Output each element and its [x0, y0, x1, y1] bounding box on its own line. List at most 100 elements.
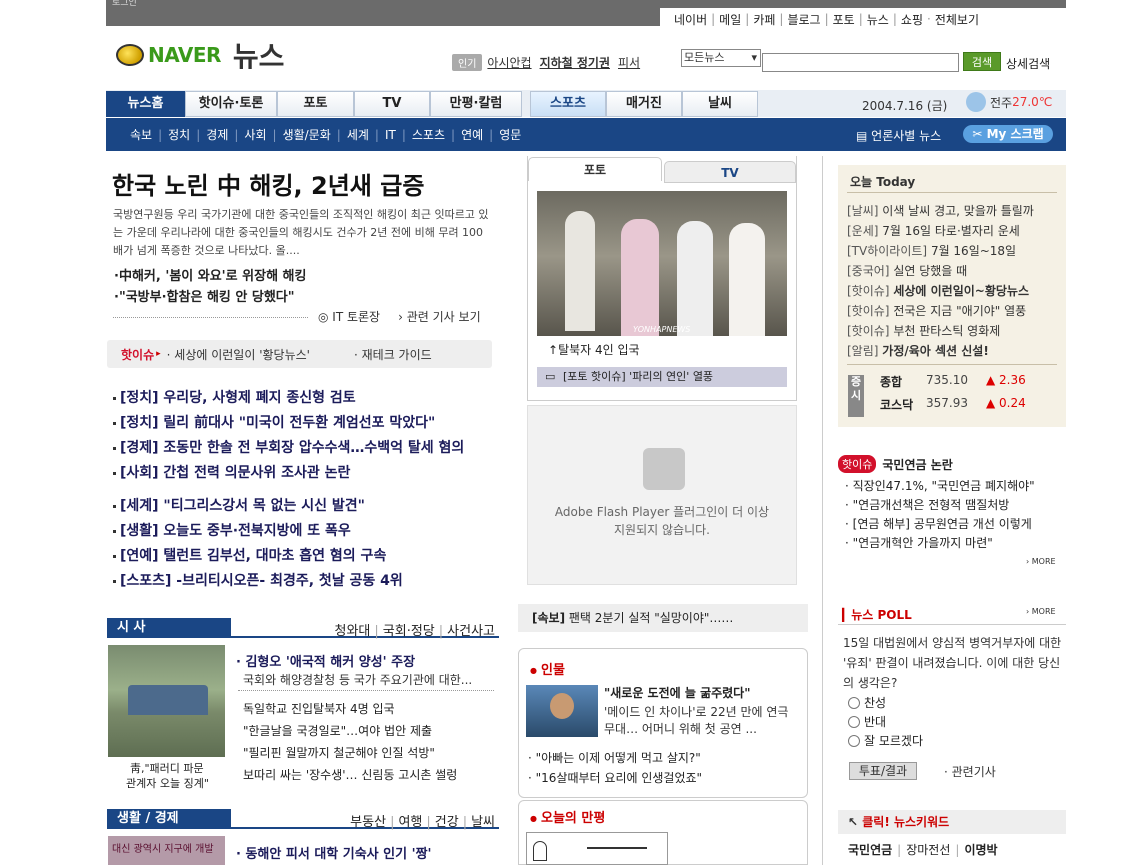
- keyword-item[interactable]: 이명박: [964, 843, 997, 857]
- life-tab[interactable]: 여행: [398, 815, 422, 830]
- sisa-photo-caption[interactable]: 靑,"패러디 파문: [130, 760, 204, 776]
- sisa-photo[interactable]: [108, 645, 225, 757]
- sisa-item[interactable]: 독일학교 진입탈북자 4명 입국: [243, 700, 395, 717]
- people-item[interactable]: · "아빠는 이제 어떻게 먹고 살지?": [528, 749, 701, 766]
- search-button[interactable]: 검색: [963, 52, 1001, 71]
- poll-option[interactable]: 찬성: [848, 694, 886, 711]
- nav-tab-photo[interactable]: 포토: [277, 91, 354, 117]
- it-forum-link[interactable]: ◎ IT 토론장: [318, 308, 380, 325]
- pension-tag[interactable]: 핫이슈: [838, 455, 877, 473]
- sisa-photo-caption[interactable]: 관계자 오늘 징계": [126, 775, 209, 791]
- hot-issue-label[interactable]: 핫이슈: [121, 346, 154, 363]
- sisa-tab[interactable]: 국회·정당: [383, 624, 435, 639]
- today-item[interactable]: [TV하이라이트] 7월 16일~18일: [847, 242, 1016, 259]
- sisa-item[interactable]: "한글날을 국경일로"…여야 법안 제출: [243, 722, 432, 739]
- news-item[interactable]: [정치] 릴리 前대사 "미국이 전두환 계엄선포 막았다": [113, 412, 435, 432]
- naver-news-logo[interactable]: NAVER 뉴스: [116, 40, 284, 73]
- section-english[interactable]: 영문: [499, 126, 521, 143]
- poll-related-link[interactable]: · 관련기사: [944, 763, 996, 780]
- pension-item[interactable]: · "연금개선책은 전형적 땜질처방: [845, 496, 1009, 513]
- section-life[interactable]: 생활/문화: [283, 126, 331, 143]
- popular-keyword[interactable]: 피서: [618, 54, 640, 71]
- headline-summary[interactable]: 국방연구원등 우리 국가기관에 대한 중국인들의 조직적인 해킹이 최근 잇따르…: [113, 206, 491, 260]
- sisa-lead-title[interactable]: · 김형오 '애국적 해커 양성' 주장: [236, 651, 415, 670]
- headline-related[interactable]: ·"국방부·합참은 해킹 안 당했다": [114, 286, 295, 305]
- headline-title[interactable]: 한국 노린 中 해킹, 2년새 급증: [112, 166, 424, 201]
- popular-keyword[interactable]: 지하철 정기권: [540, 54, 610, 71]
- poll-option[interactable]: 잘 모르겠다: [848, 732, 923, 749]
- life-tab[interactable]: 부동산: [350, 815, 386, 830]
- life-tab[interactable]: 날씨: [471, 815, 495, 830]
- featured-photo[interactable]: YONHAPNEWS: [537, 191, 787, 336]
- keyword-title[interactable]: ↖ 클릭! 뉴스키워드: [848, 813, 949, 830]
- cartoon-image[interactable]: [526, 832, 668, 865]
- today-item[interactable]: [알림] 가정/육아 섹션 신설!: [847, 342, 989, 359]
- tab-photo[interactable]: 포토: [528, 157, 662, 181]
- pension-item[interactable]: · "연금개혁안 가을까지 마련": [845, 534, 993, 551]
- news-item[interactable]: [연예] 탤런트 김부선, 대마초 흡연 혐의 구속: [113, 545, 386, 565]
- sisa-item[interactable]: "필리핀 월말까지 철군해야 인질 석방": [243, 744, 435, 761]
- today-item[interactable]: [운세] 7월 16일 타로·별자리 운세: [847, 222, 1020, 239]
- search-input[interactable]: [762, 53, 959, 72]
- today-item[interactable]: [날씨] 이색 날씨 경고, 맞을까 틀릴까: [847, 202, 1034, 219]
- headline-related[interactable]: ·中해커, '봄이 와요'로 위장해 해킹: [114, 265, 306, 284]
- top-menu-mail[interactable]: 메일: [719, 11, 741, 28]
- news-item[interactable]: [스포츠] -브리티시오픈- 최경주, 첫날 공동 4위: [113, 570, 403, 590]
- top-menu-shopping[interactable]: 쇼핑: [901, 11, 923, 28]
- advanced-search-link[interactable]: 상세검색: [1006, 55, 1050, 72]
- photo-hotissue-link[interactable]: ▭ [포토 핫이슈] '파리의 연인' 열풍: [537, 367, 787, 387]
- section-entertainment[interactable]: 연예: [461, 126, 483, 143]
- weather-widget[interactable]: 전주 27.0℃: [966, 92, 1052, 112]
- top-menu-photo[interactable]: 포토: [833, 11, 855, 28]
- news-item[interactable]: [경제] 조동만 한솔 전 부회장 압수수색…수백억 탈세 혐의: [113, 437, 464, 457]
- pension-item[interactable]: · 직장인47.1%, "국민연금 폐지해야": [845, 477, 1035, 494]
- poll-more-link[interactable]: › MORE: [1026, 607, 1056, 616]
- nav-tab-column[interactable]: 만평·칼럼: [430, 91, 522, 117]
- section-breaking[interactable]: 속보: [130, 126, 152, 143]
- related-articles-link[interactable]: › 관련 기사 보기: [398, 308, 481, 325]
- life-tab[interactable]: 건강: [435, 815, 459, 830]
- section-society[interactable]: 사회: [244, 126, 266, 143]
- search-category-select[interactable]: 모든뉴스: [681, 49, 761, 67]
- keyword-item[interactable]: 장마전선: [906, 843, 950, 857]
- sisa-tab[interactable]: 청와대: [335, 624, 371, 639]
- popular-keyword[interactable]: 아시안컵: [487, 54, 531, 71]
- section-world[interactable]: 세계: [347, 126, 369, 143]
- top-menu-cafe[interactable]: 카페: [753, 11, 775, 28]
- poll-title[interactable]: ▎뉴스 POLL: [842, 606, 912, 623]
- people-desc[interactable]: '메이드 인 차이나'로 22년 만에 연극: [604, 703, 788, 720]
- pension-more-link[interactable]: › MORE: [1026, 557, 1056, 566]
- sisa-item[interactable]: 보따리 싸는 '장수생'… 신림동 고시촌 썰렁: [243, 766, 457, 783]
- tab-tv[interactable]: TV: [664, 161, 796, 183]
- keyword-item[interactable]: 국민연금: [848, 843, 892, 857]
- people-headline[interactable]: "새로운 도전에 늘 굶주렸다": [604, 684, 750, 701]
- section-it[interactable]: IT: [385, 128, 396, 142]
- life-lead-title[interactable]: · 동해안 피서 대학 기숙사 인기 '짱': [236, 843, 432, 862]
- life-photo[interactable]: 대신 광역시 지구에 개발: [108, 836, 225, 865]
- today-item[interactable]: [핫이슈] 세상에 이런일이~황당뉴스: [847, 282, 1029, 299]
- hot-issue-link[interactable]: · 세상에 이런일이 '황당뉴스': [167, 346, 310, 363]
- today-item[interactable]: [중국어] 실연 당했을 때: [847, 262, 967, 279]
- people-desc[interactable]: 무대… 어머니 위해 첫 공연 ...: [604, 720, 757, 737]
- hot-issue-link[interactable]: · 재테크 가이드: [354, 346, 432, 363]
- news-item[interactable]: [사회] 간첩 전력 의문사위 조사관 논란: [113, 462, 350, 482]
- top-menu-all[interactable]: 전체보기: [935, 11, 979, 28]
- cartoon-title[interactable]: 오늘의 만평: [530, 807, 605, 826]
- nav-tab-magazine[interactable]: 매거진: [606, 91, 682, 117]
- news-item[interactable]: [세계] "티그리스강서 목 없는 시신 발견": [113, 495, 365, 515]
- poll-option[interactable]: 반대: [848, 713, 886, 730]
- news-item[interactable]: [생활] 오늘도 중부·전북지방에 또 폭우: [113, 520, 351, 540]
- vote-button[interactable]: 투표/결과: [849, 762, 917, 780]
- nav-tab-hotissue[interactable]: 핫이슈·토론: [185, 91, 277, 117]
- sisa-tab[interactable]: 사건사고: [447, 624, 495, 639]
- news-item[interactable]: [정치] 우리당, 사형제 폐지 종신형 검토: [113, 387, 356, 407]
- section-politics[interactable]: 정치: [168, 126, 190, 143]
- sisa-lead-summary[interactable]: 국회와 해양경찰청 등 국가 주요기관에 대한...: [243, 671, 472, 688]
- section-sports[interactable]: 스포츠: [412, 126, 445, 143]
- pension-title[interactable]: 국민연금 논란: [882, 456, 952, 473]
- nav-tab-home[interactable]: 뉴스홈: [106, 91, 185, 117]
- top-menu-blog[interactable]: 블로그: [787, 11, 820, 28]
- pension-item[interactable]: · [연금 해부] 공무원연금 개선 이렇게: [845, 515, 1032, 532]
- top-menu-news[interactable]: 뉴스: [867, 11, 889, 28]
- people-title[interactable]: 인물: [530, 659, 565, 678]
